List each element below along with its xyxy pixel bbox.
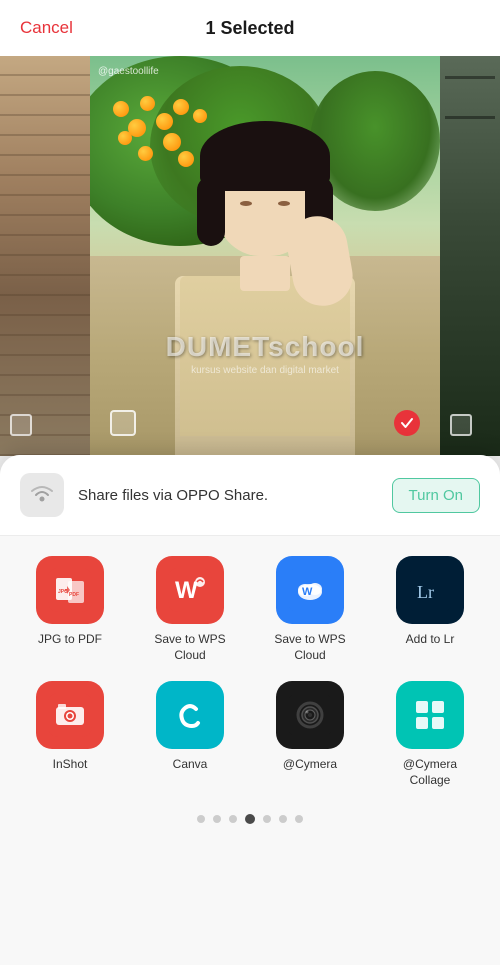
app-icon-lr: Lr bbox=[396, 556, 464, 624]
watermark-sub: kursus website dan digital market bbox=[166, 365, 365, 376]
app-item-jpg-pdf[interactable]: JPG PDF JPG to PDF bbox=[10, 556, 130, 663]
header-title: 1 Selected bbox=[205, 18, 294, 39]
dot-0[interactable] bbox=[197, 815, 205, 823]
header: Cancel 1 Selected bbox=[0, 0, 500, 56]
checkmark-icon bbox=[400, 416, 414, 430]
app-icon-jpg-pdf: JPG PDF bbox=[36, 556, 104, 624]
dot-2[interactable] bbox=[229, 815, 237, 823]
dot-3-active[interactable] bbox=[245, 814, 255, 824]
app-icon-cymera bbox=[276, 681, 344, 749]
photo-left[interactable] bbox=[0, 56, 90, 456]
cymera-collage-icon-svg bbox=[408, 693, 452, 737]
app-label-wps-blue: Save to WPS Cloud bbox=[270, 632, 350, 663]
dot-4[interactable] bbox=[263, 815, 271, 823]
app-item-cymera[interactable]: @Cymera bbox=[250, 681, 370, 788]
username-tag: @gaestoollife bbox=[98, 66, 159, 77]
watermark: DUMETschool kursus website dan digital m… bbox=[166, 331, 365, 376]
apps-section: JPG PDF JPG to PDF W bbox=[0, 536, 500, 798]
svg-text:W: W bbox=[175, 577, 198, 604]
checkbox-right[interactable] bbox=[450, 414, 472, 436]
app-item-cymera-collage[interactable]: @Cymera Collage bbox=[370, 681, 490, 788]
selected-badge[interactable] bbox=[394, 410, 420, 436]
checkbox-center[interactable] bbox=[110, 410, 136, 436]
apps-grid: JPG PDF JPG to PDF W bbox=[10, 556, 490, 788]
wifi-share-icon bbox=[28, 481, 56, 509]
checkbox-left[interactable] bbox=[10, 414, 32, 436]
wps-red-icon-svg: W bbox=[168, 568, 212, 612]
app-item-wps-red[interactable]: W Save to WPS Cloud bbox=[130, 556, 250, 663]
oppo-share-icon bbox=[20, 473, 64, 517]
app-icon-canva bbox=[156, 681, 224, 749]
app-item-wps-blue[interactable]: W Save to WPS Cloud bbox=[250, 556, 370, 663]
dot-6[interactable] bbox=[295, 815, 303, 823]
app-icon-inshot bbox=[36, 681, 104, 749]
watermark-main: DUMETschool bbox=[166, 331, 365, 363]
lr-icon-svg: Lr bbox=[408, 568, 452, 612]
app-icon-cymera-collage bbox=[396, 681, 464, 749]
photo-center[interactable]: DUMETschool kursus website dan digital m… bbox=[90, 56, 440, 456]
app-item-inshot[interactable]: InShot bbox=[10, 681, 130, 788]
canva-icon-svg bbox=[168, 693, 212, 737]
photo-strip: DUMETschool kursus website dan digital m… bbox=[0, 56, 500, 456]
app-icon-wps-red: W bbox=[156, 556, 224, 624]
dot-5[interactable] bbox=[279, 815, 287, 823]
app-label-wps-red: Save to WPS Cloud bbox=[150, 632, 230, 663]
app-label-canva: Canva bbox=[173, 757, 208, 773]
cymera-icon-svg bbox=[288, 693, 332, 737]
svg-text:PDF: PDF bbox=[69, 592, 79, 598]
photo-right[interactable] bbox=[440, 56, 500, 456]
oppo-share-banner: Share files via OPPO Share. Turn On bbox=[0, 455, 500, 536]
oppo-share-text: Share files via OPPO Share. bbox=[78, 487, 392, 504]
app-icon-wps-blue: W bbox=[276, 556, 344, 624]
cancel-button[interactable]: Cancel bbox=[20, 18, 73, 38]
app-label-jpg-pdf: JPG to PDF bbox=[38, 632, 102, 648]
app-item-lr[interactable]: Lr Add to Lr bbox=[370, 556, 490, 663]
dot-1[interactable] bbox=[213, 815, 221, 823]
svg-text:Lr: Lr bbox=[417, 582, 434, 602]
dots-row bbox=[0, 798, 500, 844]
wps-blue-icon-svg: W bbox=[288, 568, 332, 612]
app-item-canva[interactable]: Canva bbox=[130, 681, 250, 788]
bottom-sheet: Share files via OPPO Share. Turn On JPG … bbox=[0, 455, 500, 965]
jpg-pdf-icon-svg: JPG PDF bbox=[48, 568, 92, 612]
app-label-cymera: @Cymera bbox=[283, 757, 337, 773]
inshot-icon-svg bbox=[48, 693, 92, 737]
turn-on-button[interactable]: Turn On bbox=[392, 478, 480, 513]
app-label-lr: Add to Lr bbox=[406, 632, 455, 648]
svg-text:W: W bbox=[302, 586, 313, 598]
app-label-cymera-collage: @Cymera Collage bbox=[390, 757, 470, 788]
app-label-inshot: InShot bbox=[53, 757, 88, 773]
